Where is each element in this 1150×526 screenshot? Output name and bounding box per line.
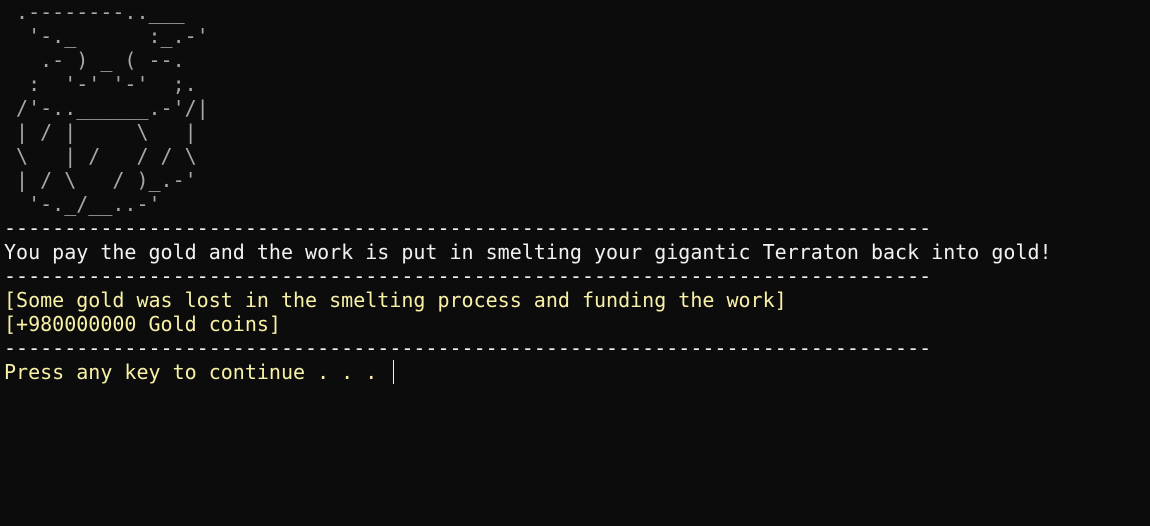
ascii-art-line: .- ) _ ( --. [4, 48, 185, 72]
ascii-art-line: | / | \ | [4, 120, 197, 144]
separator-line: ----------------------------------------… [4, 216, 932, 240]
separator-line: ----------------------------------------… [4, 336, 932, 360]
ascii-art-line: .--------..___ [4, 0, 185, 24]
ascii-art-line: \ | / / / \ [4, 144, 197, 168]
terminal-window[interactable]: .--------..___ '-._ :_.-' .- ) _ ( --. :… [4, 0, 1144, 526]
text-cursor [393, 360, 395, 384]
separator-line: ----------------------------------------… [4, 264, 932, 288]
result-message: You pay the gold and the work is put in … [4, 240, 1052, 264]
continue-prompt-row[interactable]: Press any key to continue . . . [4, 360, 1144, 384]
ascii-art-line: '-._ :_.-' [4, 24, 209, 48]
gold-gain-note: [+980000000 Gold coins] [4, 312, 281, 336]
continue-prompt: Press any key to continue . . . [4, 360, 390, 384]
ascii-art-line: | / \ / )_.-' [4, 168, 197, 192]
gold-loss-note: [Some gold was lost in the smelting proc… [4, 288, 787, 312]
ascii-art-line: '-._/__..-' [4, 192, 161, 216]
ascii-art-line: : '-' '-' ;. [4, 72, 197, 96]
ascii-art-line: /'-..______.-'/| [4, 96, 209, 120]
